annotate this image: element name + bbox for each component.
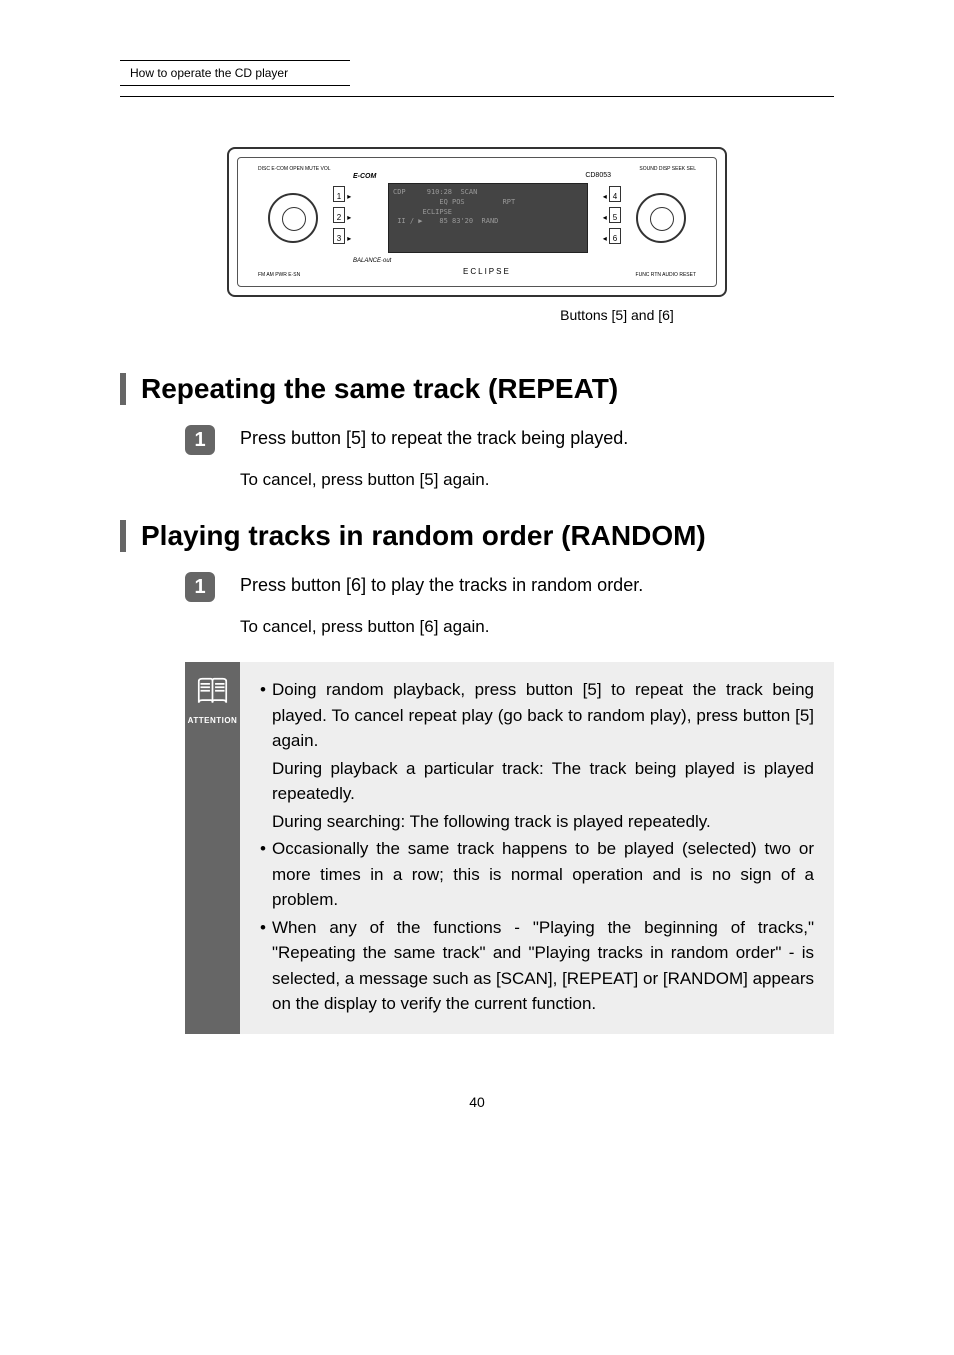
step-badge-1: 1	[185, 572, 215, 602]
button-5: 5	[609, 207, 621, 223]
button-1: 1	[333, 186, 345, 202]
cd-player-diagram: DISC E·COM OPEN MUTE VOL SOUND DISP SEEK…	[227, 147, 727, 297]
buttons-right-column: ◂ 4 ◂ 5 ◂ 6	[603, 186, 621, 249]
device-labels-bottom-left: FM AM PWR E·SN	[258, 272, 300, 278]
device-labels-top-right: SOUND DISP SEEK SEL	[639, 166, 696, 172]
attention-bullet-1: Doing random playback, press button [5] …	[272, 677, 814, 754]
buttons-left-column: 1 ▸ 2 ▸ 3 ▸	[333, 186, 351, 249]
model-number: CD8053	[585, 172, 611, 179]
button-2: 2	[333, 207, 345, 223]
section-heading-random: Playing tracks in random order (RANDOM)	[120, 520, 834, 552]
brand-eclipse: ECLIPSE	[463, 267, 511, 276]
volume-knob	[268, 193, 318, 243]
section-bar-icon	[120, 520, 126, 552]
attention-content: • Doing random playback, press button [5…	[240, 662, 834, 1034]
attention-label: ATTENTION	[185, 716, 240, 725]
button-4: 4	[609, 186, 621, 202]
section-title-random: Playing tracks in random order (RANDOM)	[141, 520, 706, 552]
book-icon	[195, 677, 230, 707]
step-text: Press button [6] to play the tracks in r…	[240, 572, 643, 596]
step-sub-text: To cancel, press button [6] again.	[240, 617, 834, 637]
button-6: 6	[609, 228, 621, 244]
device-labels-bottom-right: FUNC RTN AUDIO RESET	[636, 272, 696, 278]
header-rule	[120, 96, 834, 97]
section-title-repeat: Repeating the same track (REPEAT)	[141, 373, 618, 405]
button-3: 3	[333, 228, 345, 244]
figure-caption: Buttons [5] and [6]	[280, 307, 954, 323]
step-sub-text: To cancel, press button [5] again.	[240, 470, 834, 490]
breadcrumb: How to operate the CD player	[120, 60, 350, 86]
section-bar-icon	[120, 373, 126, 405]
attention-block: ATTENTION • Doing random playback, press…	[185, 662, 834, 1034]
section-heading-repeat: Repeating the same track (REPEAT)	[120, 373, 834, 405]
balance-label: BALANCE·out	[353, 258, 391, 264]
attention-sidebar: ATTENTION	[185, 662, 240, 1034]
attention-bullet-3: When any of the functions - "Playing the…	[272, 915, 814, 1017]
step-text: Press button [5] to repeat the track bei…	[240, 425, 628, 449]
select-knob	[636, 193, 686, 243]
attention-bullet-2: Occasionally the same track happens to b…	[272, 836, 814, 913]
page-number: 40	[0, 1094, 954, 1110]
step-row: 1 Press button [5] to repeat the track b…	[185, 425, 834, 455]
device-labels-top-left: DISC E·COM OPEN MUTE VOL	[258, 166, 331, 172]
attention-indent-1: During playback a particular track: The …	[260, 756, 814, 807]
attention-indent-2: During searching: The following track is…	[260, 809, 814, 835]
lcd-display: CDP 910:28 SCAN EQ POS RPT ECLIPSE II / …	[388, 183, 588, 253]
step-row: 1 Press button [6] to play the tracks in…	[185, 572, 834, 602]
brand-ecom: E-COM	[353, 173, 376, 180]
step-badge-1: 1	[185, 425, 215, 455]
